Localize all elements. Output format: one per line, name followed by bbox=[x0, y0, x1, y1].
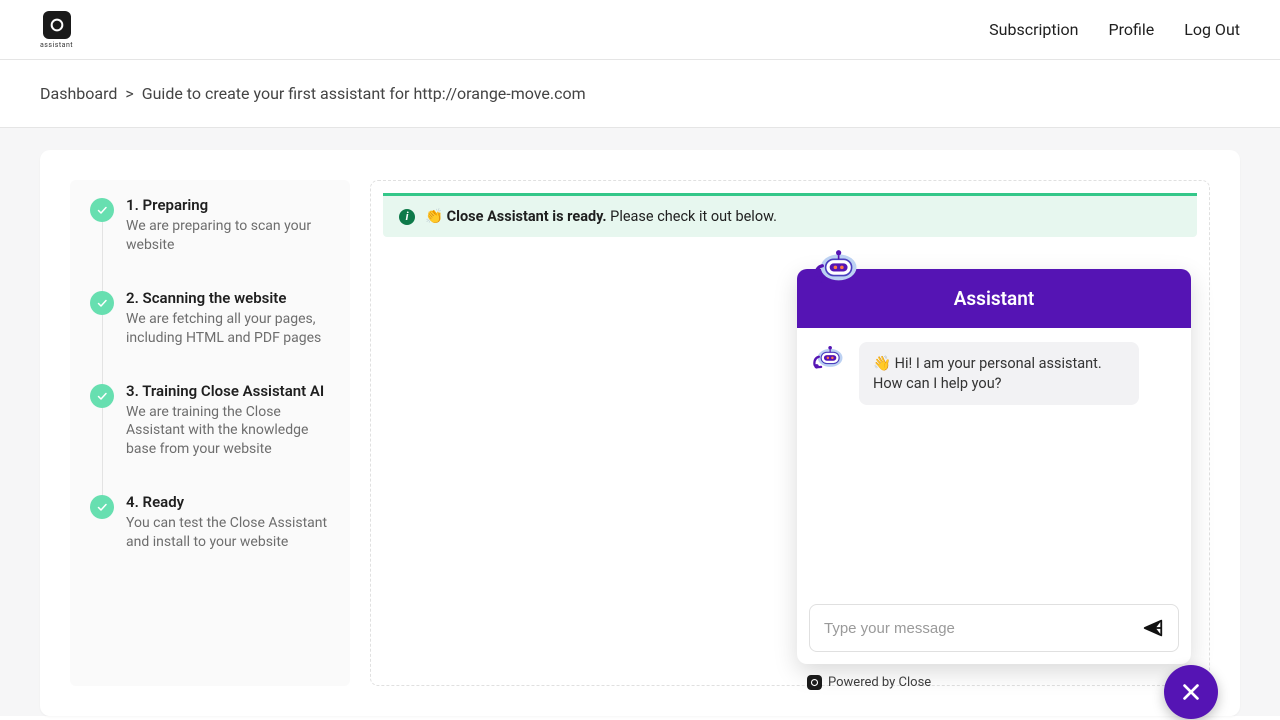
step-title: 1. Preparing bbox=[126, 196, 330, 214]
check-icon bbox=[90, 198, 114, 222]
chat-header: Assistant bbox=[797, 269, 1191, 328]
powered-text: Powered by Close bbox=[828, 675, 931, 690]
nav-profile[interactable]: Profile bbox=[1109, 20, 1155, 39]
robot-icon bbox=[811, 342, 847, 380]
step-desc: We are preparing to scan your website bbox=[126, 217, 330, 255]
chat-body: 👋 Hi! I am your personal assistant. How … bbox=[797, 328, 1191, 594]
breadcrumb: Dashboard > Guide to create your first a… bbox=[0, 60, 1280, 128]
logo-icon bbox=[807, 675, 822, 690]
send-button[interactable] bbox=[1142, 617, 1164, 639]
step-training: 3. Training Close Assistant AI We are tr… bbox=[90, 382, 330, 494]
step-preparing: 1. Preparing We are preparing to scan yo… bbox=[90, 196, 330, 289]
chat-input-row bbox=[809, 604, 1179, 652]
breadcrumb-current: Guide to create your first assistant for… bbox=[142, 84, 586, 103]
step-scanning: 2. Scanning the website We are fetching … bbox=[90, 289, 330, 382]
alert-emoji: 👏 bbox=[425, 208, 443, 225]
breadcrumb-dashboard[interactable]: Dashboard bbox=[40, 84, 117, 103]
preview-panel: i 👏 Close Assistant is ready. Please che… bbox=[370, 180, 1210, 686]
step-ready: 4. Ready You can test the Close Assistan… bbox=[90, 493, 330, 552]
alert-rest: Please check it out below. bbox=[607, 208, 777, 225]
nav-subscription[interactable]: Subscription bbox=[989, 20, 1078, 39]
logo[interactable]: assistant bbox=[40, 11, 73, 49]
check-icon bbox=[90, 384, 114, 408]
steps-panel: 1. Preparing We are preparing to scan yo… bbox=[70, 180, 350, 686]
step-desc: You can test the Close Assistant and ins… bbox=[126, 514, 330, 552]
check-icon bbox=[90, 291, 114, 315]
chat-input[interactable] bbox=[824, 620, 1130, 637]
close-chat-button[interactable] bbox=[1164, 665, 1218, 719]
step-title: 4. Ready bbox=[126, 493, 330, 511]
check-icon bbox=[90, 495, 114, 519]
info-icon: i bbox=[399, 209, 415, 225]
chat-widget: Assistant bbox=[797, 269, 1191, 664]
nav-logout[interactable]: Log Out bbox=[1184, 20, 1240, 39]
step-title: 2. Scanning the website bbox=[126, 289, 330, 307]
robot-icon bbox=[811, 245, 863, 298]
nav-links: Subscription Profile Log Out bbox=[989, 20, 1240, 39]
logo-caption: assistant bbox=[40, 41, 73, 49]
alert-strong: Close Assistant is ready. bbox=[447, 208, 607, 225]
chat-greeting: 👋 Hi! I am your personal assistant. How … bbox=[859, 342, 1139, 405]
step-title: 3. Training Close Assistant AI bbox=[126, 382, 330, 400]
powered-by[interactable]: Powered by Close bbox=[807, 675, 931, 690]
step-desc: We are fetching all your pages, includin… bbox=[126, 310, 330, 348]
alert-text: 👏 Close Assistant is ready. Please check… bbox=[425, 208, 777, 225]
content-card: 1. Preparing We are preparing to scan yo… bbox=[40, 150, 1240, 716]
chat-title: Assistant bbox=[954, 287, 1035, 310]
logo-icon bbox=[43, 11, 71, 39]
ready-alert: i 👏 Close Assistant is ready. Please che… bbox=[383, 193, 1197, 237]
breadcrumb-sep: > bbox=[125, 84, 133, 103]
step-desc: We are training the Close Assistant with… bbox=[126, 403, 330, 460]
page: 1. Preparing We are preparing to scan yo… bbox=[0, 128, 1280, 716]
topbar: assistant Subscription Profile Log Out bbox=[0, 0, 1280, 60]
